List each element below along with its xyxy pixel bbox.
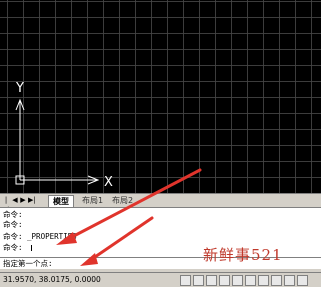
tab-layout1[interactable]: 布局1 — [78, 195, 107, 207]
watermark: 新鲜事521 — [203, 246, 283, 264]
command-prompt-text: 指定第一个点: — [3, 259, 53, 268]
ducs-toggle[interactable] — [258, 275, 269, 286]
osnap-toggle[interactable] — [232, 275, 243, 286]
ucs-x-label: X — [104, 175, 113, 190]
dyn-toggle[interactable] — [271, 275, 282, 286]
grid-toggle[interactable] — [193, 275, 204, 286]
command-history-line: 命令: — [3, 210, 23, 219]
otrack-toggle[interactable] — [245, 275, 256, 286]
command-history-line: 命令: — [3, 243, 23, 252]
tab-layout2[interactable]: 布局2 — [108, 195, 137, 207]
lweight-toggle[interactable] — [284, 275, 295, 286]
cursor-caret — [31, 245, 32, 251]
model-toggle[interactable] — [297, 275, 308, 286]
first-tab-button[interactable]: |◀ — [3, 196, 9, 213]
last-tab-button[interactable]: ▶| — [28, 196, 36, 205]
command-history-line: 命令: _PROPERTIES — [3, 232, 77, 241]
prev-tab-button[interactable]: ◀ — [12, 196, 18, 205]
ortho-toggle[interactable] — [206, 275, 217, 286]
coordinate-readout: 31.9570, 38.0175, 0.0000 — [3, 275, 101, 284]
polar-toggle[interactable] — [219, 275, 230, 286]
layout-tab-bar: |◀ ◀ ▶ ▶| 模型 布局1 布局2 — [0, 193, 321, 213]
snap-toggle[interactable] — [180, 275, 191, 286]
next-tab-button[interactable]: ▶ — [20, 196, 26, 205]
ucs-y-label: Y — [15, 81, 24, 96]
drawing-canvas[interactable]: Y X — [0, 0, 321, 193]
status-bar: 31.9570, 38.0175, 0.0000 — [0, 272, 321, 287]
ucs-icon: Y X — [15, 81, 113, 190]
command-history-line: 命令: — [3, 220, 23, 229]
